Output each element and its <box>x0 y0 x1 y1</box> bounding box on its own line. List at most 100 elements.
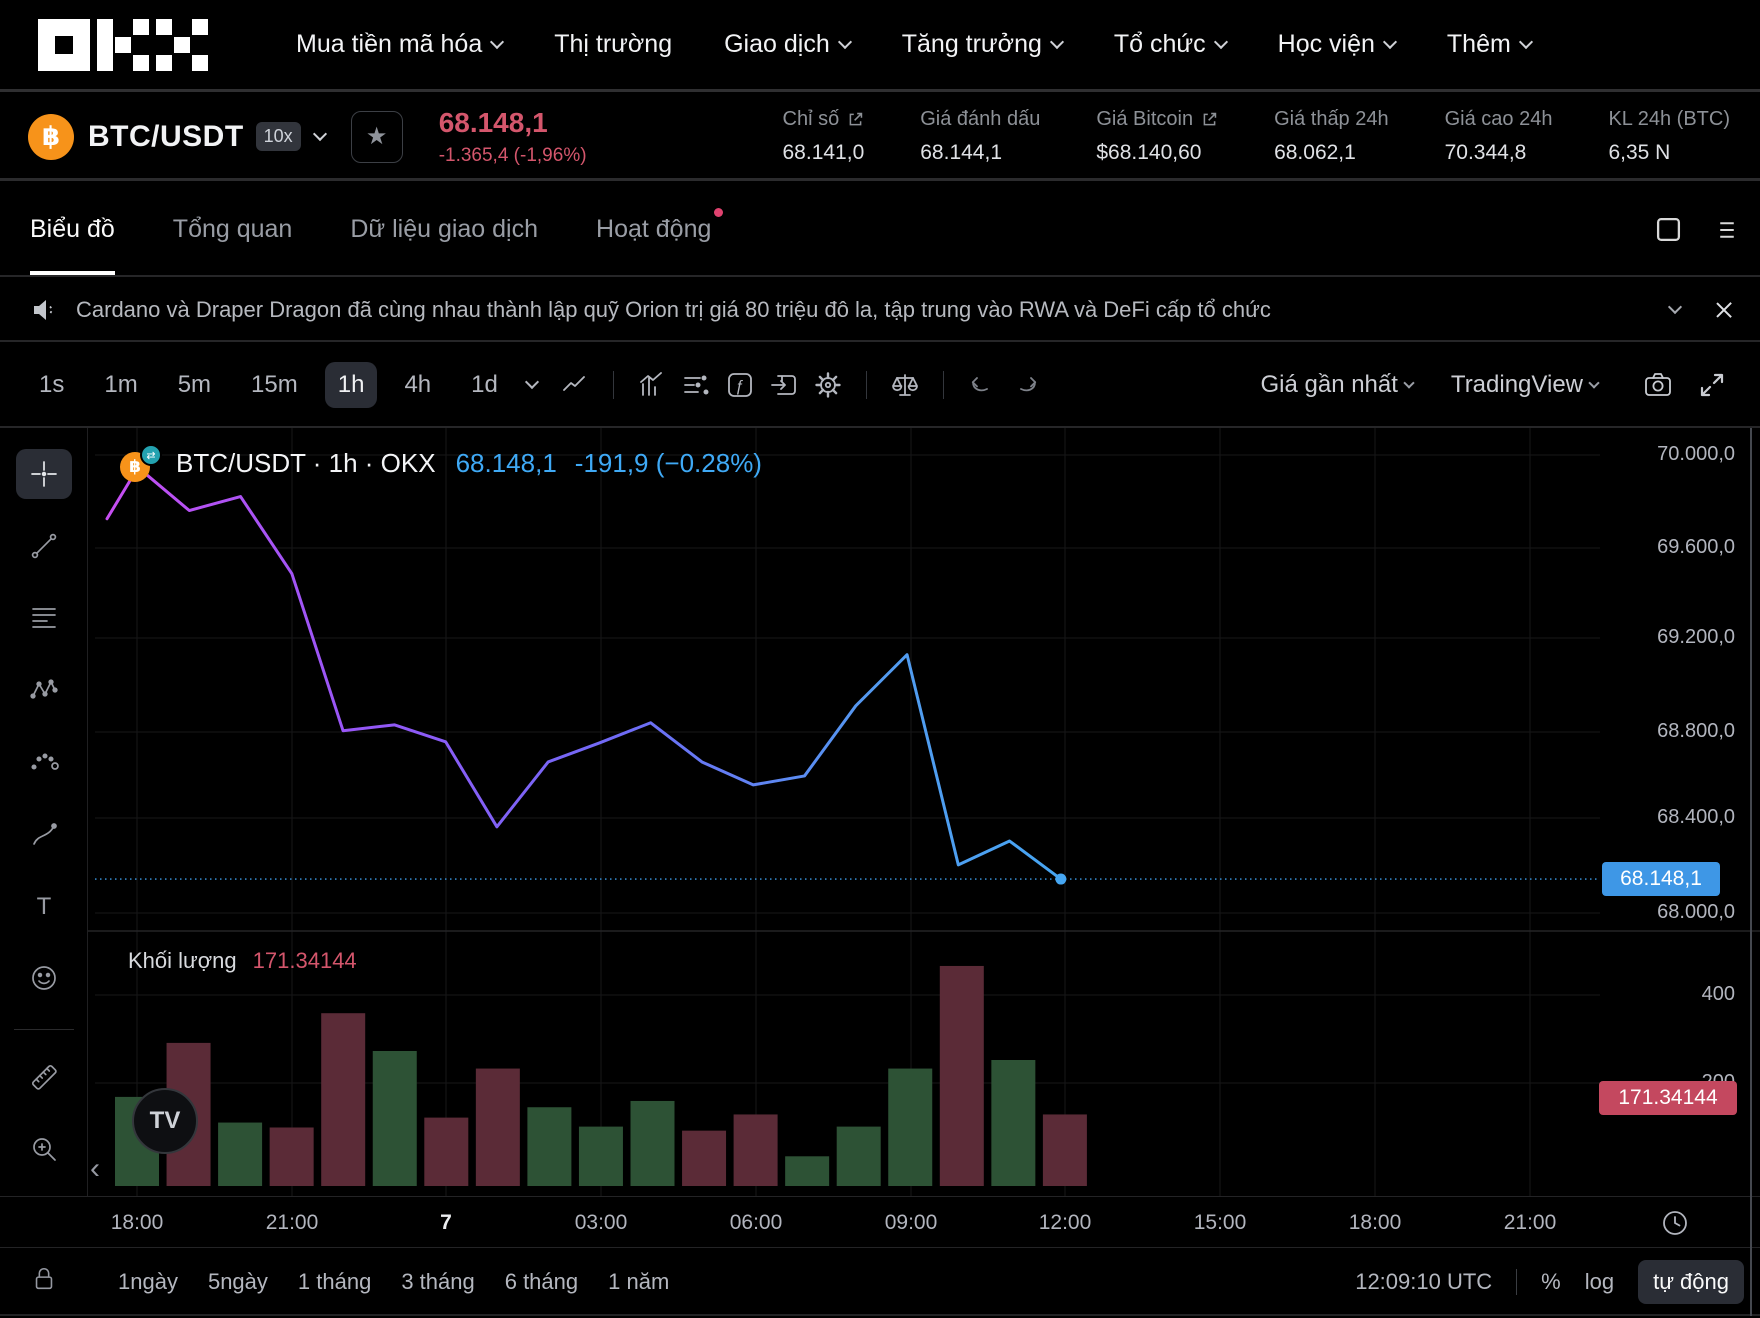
divider <box>14 1029 74 1030</box>
timeframe-5m[interactable]: 5m <box>165 362 224 408</box>
chevron-down-icon <box>1214 34 1228 48</box>
chart-type-icon[interactable] <box>553 365 597 405</box>
crosshair-tool[interactable] <box>16 449 72 499</box>
fibonacci-tool[interactable] <box>16 593 72 643</box>
fullscreen-icon[interactable] <box>1690 365 1734 405</box>
chevron-down-icon <box>1383 34 1397 48</box>
zoom-in-tool[interactable] <box>16 1124 72 1174</box>
range-5d[interactable]: 5ngày <box>208 1269 268 1295</box>
chevron-down-icon <box>838 34 852 48</box>
timeframe-4h[interactable]: 4h <box>391 362 444 408</box>
okx-logo[interactable] <box>38 17 208 73</box>
brush-tool[interactable] <box>16 809 72 859</box>
bitcoin-icon: ฿ <box>28 114 74 160</box>
measure-ruler-tool[interactable] <box>16 1052 72 1102</box>
ticker-bar: ฿ BTC/USDT 10x ★ 68.148,1 -1.365,4 (-1,9… <box>0 95 1760 181</box>
range-3mo[interactable]: 3 tháng <box>401 1269 474 1295</box>
forecast-tool[interactable] <box>16 737 72 787</box>
chevron-down-icon <box>490 34 504 48</box>
tab-chart[interactable]: Biểu đồ <box>30 184 115 275</box>
external-link-icon[interactable] <box>1201 111 1218 128</box>
trend-line-tool[interactable] <box>16 521 72 571</box>
timeframe-15m[interactable]: 15m <box>238 362 311 408</box>
news-close-icon[interactable] <box>1714 300 1734 320</box>
timeframe-more-chevron-icon[interactable] <box>525 375 539 389</box>
vendor-select[interactable]: TradingView <box>1451 371 1598 399</box>
undo-icon[interactable] <box>960 365 1004 405</box>
price-block: 68.148,1 -1.365,4 (-1,96%) <box>439 107 587 167</box>
swap-icon: ⇄ <box>140 444 162 466</box>
nav-item-more[interactable]: Thêm <box>1447 30 1531 59</box>
log-scale-toggle[interactable]: log <box>1585 1269 1614 1295</box>
toolbar-collapse-icon[interactable]: ‹ <box>90 1152 100 1186</box>
nav-item-markets[interactable]: Thị trường <box>554 30 672 59</box>
leverage-badge[interactable]: 10x <box>256 122 301 151</box>
utc-clock[interactable]: 12:09:10 UTC <box>1355 1269 1492 1295</box>
timeframe-1h[interactable]: 1h <box>325 362 378 408</box>
chart-toolbar: 1s 1m 5m 15m 1h 4h 1d ƒ <box>0 344 1760 428</box>
timeframe-1m[interactable]: 1m <box>91 362 150 408</box>
news-headline[interactable]: Cardano và Draper Dragon đã cùng nhau th… <box>76 297 1640 323</box>
range-1y[interactable]: 1 năm <box>608 1269 669 1295</box>
news-expand-chevron-icon[interactable] <box>1668 299 1682 313</box>
auto-scale-toggle[interactable]: tự động <box>1638 1260 1744 1304</box>
stat-volume-24h: KL 24h (BTC) 6,35 N <box>1608 108 1730 165</box>
camera-snapshot-icon[interactable] <box>1636 365 1680 405</box>
nav-item-buy-crypto[interactable]: Mua tiền mã hóa <box>296 30 502 59</box>
lock-icon[interactable] <box>30 1265 58 1298</box>
tab-activity[interactable]: Hoạt động <box>596 184 711 275</box>
divider <box>866 371 867 399</box>
svg-text:ƒ: ƒ <box>735 378 744 395</box>
nav-item-institutional[interactable]: Tổ chức <box>1114 30 1226 59</box>
price-tick: 70.000,0 <box>1595 443 1735 466</box>
time-tick: 21:00 <box>266 1211 319 1235</box>
chart-canvas[interactable] <box>0 428 1760 1196</box>
settings-gear-icon[interactable] <box>806 365 850 405</box>
range-6mo[interactable]: 6 tháng <box>505 1269 578 1295</box>
nav-item-grow[interactable]: Tăng trưởng <box>902 30 1062 59</box>
scales-icon[interactable] <box>883 365 927 405</box>
volume-tick: 400 <box>1595 983 1735 1006</box>
volume-label: Khối lượng <box>128 948 237 974</box>
time-tick: 03:00 <box>575 1211 628 1235</box>
timeframe-1s[interactable]: 1s <box>26 362 77 408</box>
range-1d[interactable]: 1ngày <box>118 1269 178 1295</box>
star-icon: ★ <box>366 122 388 151</box>
functions-icon[interactable]: ƒ <box>718 365 762 405</box>
news-bar: Cardano và Draper Dragon đã cùng nhau th… <box>0 279 1760 342</box>
nav-item-trade[interactable]: Giao dịch <box>724 30 850 59</box>
redo-icon[interactable] <box>1004 365 1048 405</box>
indicators-icon[interactable] <box>630 365 674 405</box>
price-volume-plot[interactable] <box>0 428 1760 1196</box>
timeframe-1d[interactable]: 1d <box>458 362 511 408</box>
time-tick: 06:00 <box>730 1211 783 1235</box>
range-buttons: 1ngày 5ngày 1 tháng 3 tháng 6 tháng 1 nă… <box>118 1269 669 1295</box>
ticker-stats: Chỉ số 68.141,0 Giá đánh dấu 68.144,1 Gi… <box>783 108 1731 165</box>
stat-high-24h: Giá cao 24h 70.344,8 <box>1445 108 1553 165</box>
text-tool[interactable]: T <box>16 881 72 931</box>
pattern-tool[interactable] <box>16 665 72 715</box>
nav-item-academy[interactable]: Học viện <box>1278 30 1395 59</box>
price-mode-select[interactable]: Giá gần nhất <box>1260 371 1412 399</box>
price-tick: 68.800,0 <box>1595 720 1735 743</box>
layout-square-icon[interactable] <box>1655 216 1682 243</box>
timezone-clock-icon[interactable] <box>1660 1208 1690 1243</box>
time-axis[interactable]: 18:00 21:00 7 03:00 06:00 09:00 12:00 15… <box>0 1196 1760 1248</box>
stat-index: Chỉ số 68.141,0 <box>783 108 865 165</box>
tab-overview[interactable]: Tổng quan <box>173 184 293 275</box>
time-tick: 21:00 <box>1504 1211 1557 1235</box>
external-link-icon[interactable] <box>847 111 864 128</box>
replay-icon[interactable] <box>762 365 806 405</box>
tab-trading-data[interactable]: Dữ liệu giao dịch <box>350 184 538 275</box>
menu-lines-icon[interactable] <box>1716 217 1738 243</box>
pair-selector-chevron-icon[interactable] <box>313 126 327 140</box>
percent-scale-toggle[interactable]: % <box>1541 1269 1561 1295</box>
price-tick: 68.400,0 <box>1595 806 1735 829</box>
time-tick: 15:00 <box>1194 1211 1247 1235</box>
emoji-tool[interactable] <box>16 953 72 1003</box>
range-1mo[interactable]: 1 tháng <box>298 1269 371 1295</box>
compare-icon[interactable] <box>674 365 718 405</box>
volume-value: 171.34144 <box>253 948 357 974</box>
right-edge-border <box>1750 428 1752 1316</box>
favorite-star-button[interactable]: ★ <box>351 111 403 163</box>
